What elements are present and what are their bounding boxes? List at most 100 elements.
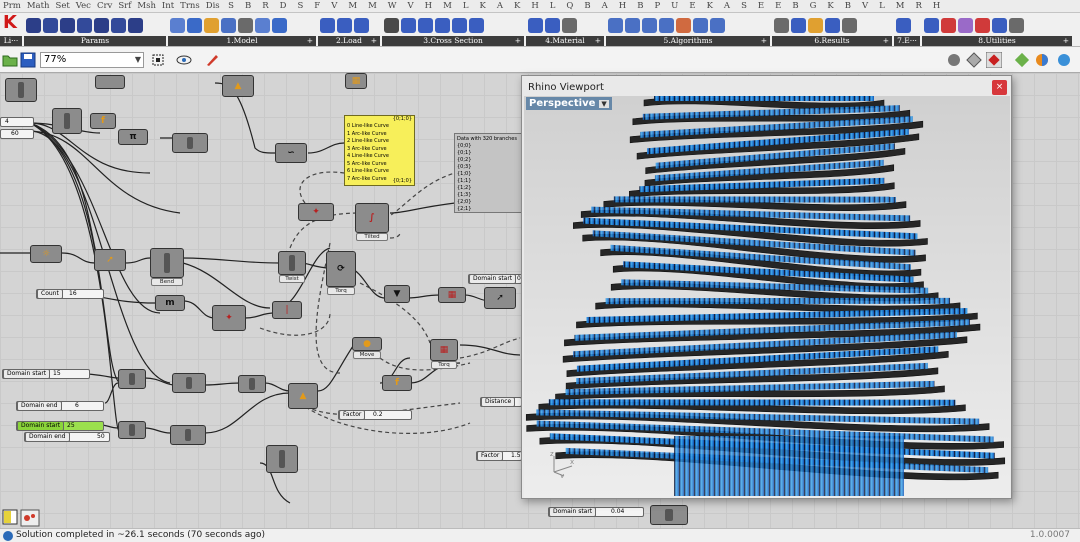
toolbar-group-load[interactable]: 2.Load + xyxy=(318,15,380,46)
profiler-icon[interactable] xyxy=(20,509,40,527)
algorithm-icon[interactable] xyxy=(642,17,657,33)
tab-m-48[interactable]: M xyxy=(890,1,910,11)
count-slider[interactable]: Count 16 xyxy=(36,289,104,299)
utility-icon[interactable] xyxy=(924,17,939,33)
gh-component[interactable] xyxy=(650,505,688,525)
tab-p-34[interactable]: P xyxy=(649,1,666,11)
load-icon[interactable] xyxy=(354,17,369,33)
algorithm-icon[interactable] xyxy=(625,17,640,33)
preview-selected-icon[interactable] xyxy=(986,52,1002,68)
tab-g-43[interactable]: G xyxy=(804,1,822,11)
tab-b-33[interactable]: B xyxy=(632,1,649,11)
param-icon[interactable] xyxy=(128,17,143,33)
gh-component[interactable]: ➚ xyxy=(484,287,516,309)
toolbar-group-export[interactable]: 7.E··· xyxy=(894,15,920,46)
zoom-extents-icon[interactable] xyxy=(150,52,166,68)
number-slider[interactable]: 4 xyxy=(0,117,34,127)
material-icon[interactable] xyxy=(545,17,560,33)
gh-component[interactable]: ❘ xyxy=(272,301,302,319)
data-viewer-panel[interactable]: Data with 320 branches {0;0} {0;1} {0;2}… xyxy=(454,133,524,213)
gh-component[interactable] xyxy=(118,369,146,389)
gh-component[interactable]: ▲ xyxy=(288,383,318,409)
tab-k-26[interactable]: K xyxy=(508,1,525,11)
gh-component[interactable]: f xyxy=(90,113,116,129)
toolbar-group-cross-section[interactable]: 3.Cross Section + xyxy=(382,15,524,46)
tab-r-49[interactable]: R xyxy=(910,1,927,11)
param-icon[interactable] xyxy=(94,17,109,33)
domain-start-slider[interactable]: Domain start 25 xyxy=(16,421,104,431)
tab-a-25[interactable]: A xyxy=(491,1,508,11)
domain-start-slider[interactable]: Domain start 15 xyxy=(2,369,90,379)
tab-s-10[interactable]: S xyxy=(223,1,240,11)
tab-a-38[interactable]: A xyxy=(718,1,735,11)
gh-component[interactable]: ▼ xyxy=(384,285,410,303)
toolbar-group-algorithms[interactable]: 5.Algorithms + xyxy=(606,15,770,46)
material-icon[interactable] xyxy=(528,17,543,33)
distance-slider[interactable]: Distance xyxy=(480,397,522,407)
gh-component[interactable] xyxy=(172,133,208,153)
tab-l-28[interactable]: L xyxy=(544,1,561,11)
gh-component[interactable]: ▦ xyxy=(345,73,367,89)
gh-component[interactable] xyxy=(238,375,266,393)
section-icon[interactable] xyxy=(401,17,416,33)
display-settings-icon[interactable] xyxy=(1014,52,1030,68)
toolbar-group-params[interactable]: Params xyxy=(24,15,166,46)
torq-component[interactable]: ⟳ Torq xyxy=(326,251,356,295)
tab-v-16[interactable]: V xyxy=(326,1,343,11)
load-icon[interactable] xyxy=(320,17,335,33)
section-icon[interactable] xyxy=(452,17,467,33)
algorithm-icon[interactable] xyxy=(710,17,725,33)
utility-icon[interactable] xyxy=(975,17,990,33)
navigation-map-icon[interactable] xyxy=(2,509,18,525)
algorithm-icon[interactable] xyxy=(676,17,691,33)
model-icon[interactable] xyxy=(238,17,253,33)
result-icon[interactable] xyxy=(842,17,857,33)
expand-icon[interactable]: + xyxy=(595,36,601,46)
tab-b-30[interactable]: B xyxy=(579,1,596,11)
expand-icon[interactable]: + xyxy=(1063,36,1069,46)
preview-eye-icon[interactable] xyxy=(176,52,192,68)
bend-component[interactable]: Bend xyxy=(150,248,184,286)
toolbar-group-results[interactable]: 6.Results + xyxy=(772,15,892,46)
result-icon[interactable] xyxy=(791,17,806,33)
tab-dis-9[interactable]: Dis xyxy=(203,1,223,11)
tab-h-32[interactable]: H xyxy=(613,1,631,11)
tab-b-45[interactable]: B xyxy=(839,1,856,11)
close-icon[interactable]: × xyxy=(992,80,1007,95)
domain-start-slider[interactable]: Domain start 0.04 xyxy=(548,507,644,517)
tab-e-36[interactable]: E xyxy=(684,1,701,11)
tab-srf-5[interactable]: Srf xyxy=(115,1,134,11)
model-icon[interactable] xyxy=(255,17,270,33)
domain-end-slider[interactable]: Domain end 50 xyxy=(24,432,110,442)
viewport-view-tab[interactable]: Perspective ▼ xyxy=(526,97,612,110)
expand-icon[interactable]: + xyxy=(761,36,767,46)
tab-math-1[interactable]: Math xyxy=(24,1,53,11)
tab-set-2[interactable]: Set xyxy=(53,1,73,11)
model-icon[interactable] xyxy=(272,17,287,33)
tab-e-40[interactable]: E xyxy=(752,1,769,11)
utility-icon[interactable] xyxy=(992,17,1007,33)
gh-component[interactable] xyxy=(52,108,82,134)
toolbar-group-model[interactable]: 1.Model + xyxy=(168,15,316,46)
gh-component[interactable]: ▲ xyxy=(222,75,254,97)
expand-icon[interactable]: + xyxy=(307,36,313,46)
expand-icon[interactable]: + xyxy=(515,36,521,46)
save-file-icon[interactable] xyxy=(20,52,36,68)
gh-component[interactable]: ∫ Tilted xyxy=(355,203,389,241)
algorithm-icon[interactable] xyxy=(608,17,623,33)
text-panel[interactable]: {0;1;0} 0 Line-like Curve 1 Arc-like Cur… xyxy=(344,115,415,186)
tab-msh-6[interactable]: Msh xyxy=(134,1,159,11)
gh-component[interactable]: ▦ xyxy=(438,287,466,303)
domain-end-slider[interactable]: Domain end 6 xyxy=(16,401,104,411)
tab-prm-0[interactable]: Prm xyxy=(0,1,24,11)
export-icon[interactable] xyxy=(896,17,911,33)
gh-component[interactable] xyxy=(95,75,125,89)
expand-icon[interactable]: + xyxy=(371,36,377,46)
utility-icon[interactable] xyxy=(1009,17,1024,33)
result-icon[interactable] xyxy=(774,17,789,33)
tab-m-22[interactable]: M xyxy=(438,1,458,11)
algorithm-icon[interactable] xyxy=(693,17,708,33)
tab-m-17[interactable]: M xyxy=(343,1,363,11)
tab-k-24[interactable]: K xyxy=(474,1,491,11)
tab-d-13[interactable]: D xyxy=(274,1,292,11)
